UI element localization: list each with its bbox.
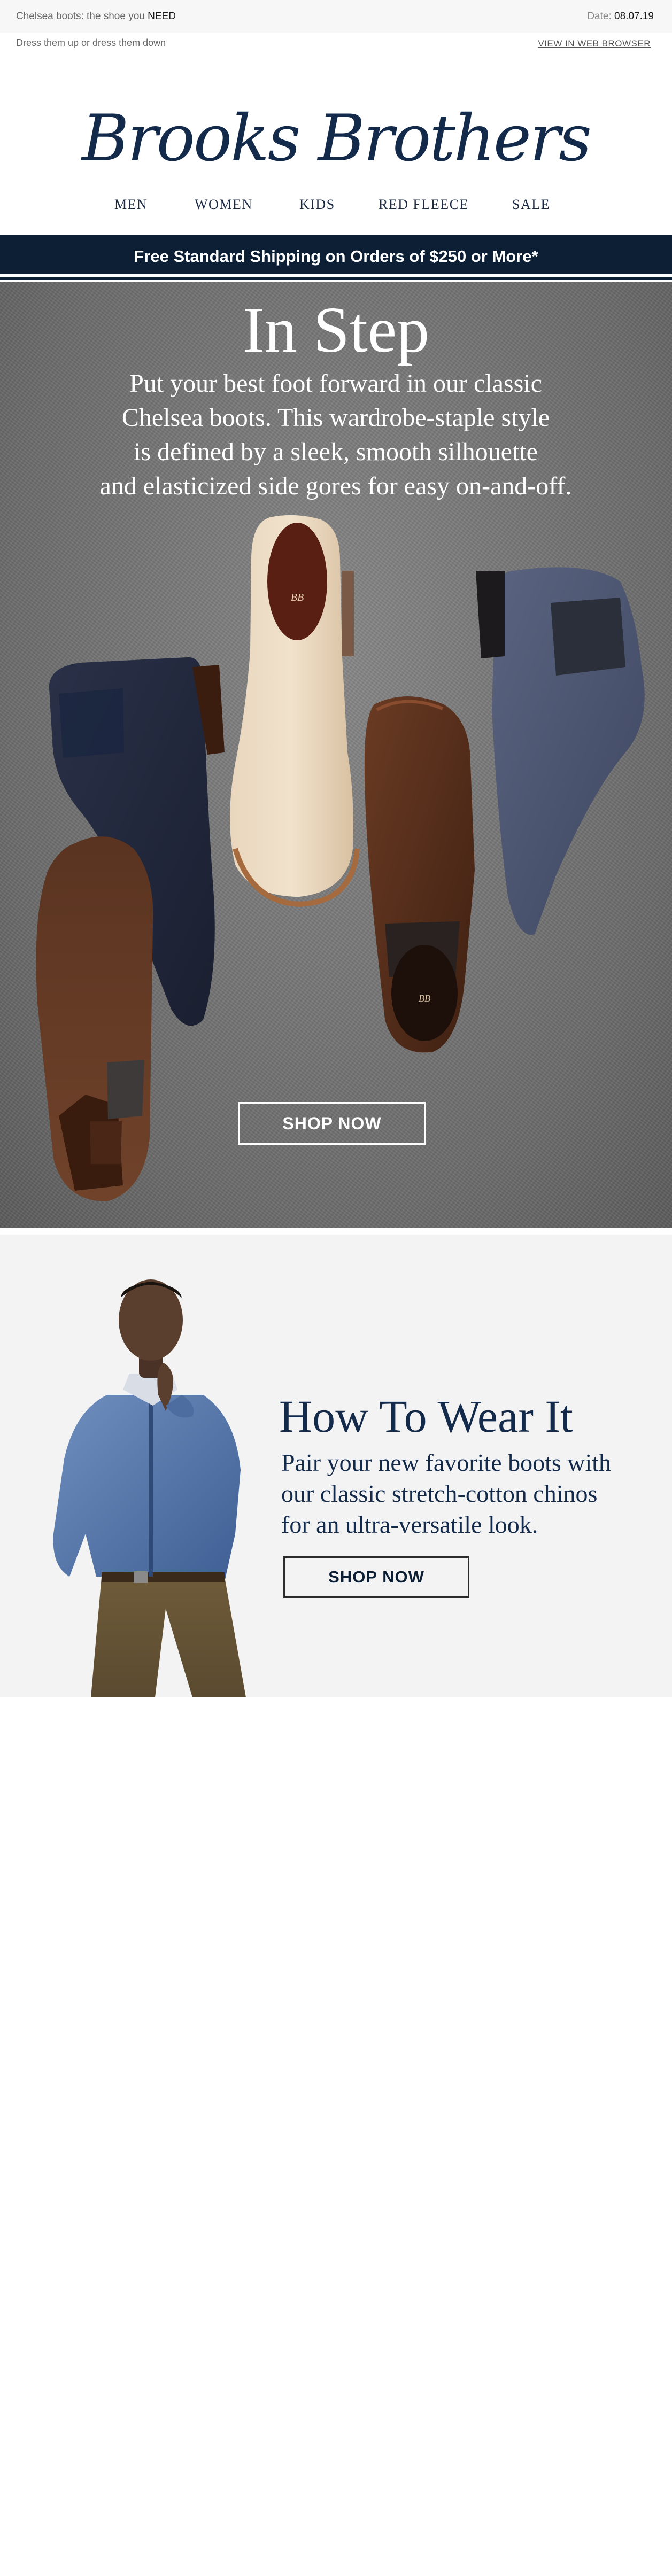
hero-body-line: Put your best foot forward in our classi… [129,369,542,398]
how-to-wear-body-line: our classic stretch-cotton chinos [281,1480,598,1507]
hero-section[interactable]: BB BB In Step Put your best foot forward… [0,282,672,1228]
main-nav: MEN WOMEN KIDS RED FLEECE SALE [0,197,672,218]
subject-text: Chelsea boots: the shoe you [16,11,145,22]
email-top-bar: Chelsea boots: the shoe you NEED Date: 0… [0,0,672,33]
how-to-wear-title: How To Wear It [279,1391,573,1442]
hero-body-line: is defined by a sleek, smooth silhouette [134,438,538,466]
email-subject: Chelsea boots: the shoe you NEED [16,11,176,22]
nav-item-women[interactable]: WOMEN [195,197,253,213]
brand-logo[interactable]: Brooks Brothers [0,102,672,176]
svg-text:BB: BB [291,592,304,603]
hero-title: In Step [242,294,430,366]
tan-suede-boot: BB [230,515,360,907]
slate-suede-boot [476,567,645,935]
hero-body: Put your best foot forward in our classi… [68,367,603,503]
how-to-wear-section[interactable]: How To Wear It Pair your new favorite bo… [0,1235,672,1697]
model-image [53,1279,246,1697]
preheader-tagline: Dress them up or dress them down [16,37,166,48]
brown-suede-boot [36,836,153,1201]
nav-item-men[interactable]: MEN [114,197,148,213]
subject-emphasis: NEED [148,11,176,22]
how-to-wear-body-line: Pair your new favorite boots with [281,1449,612,1476]
nav-item-red-fleece[interactable]: RED FLEECE [379,197,469,213]
date-label: Date: [587,11,612,22]
hero-body-line: Chelsea boots. This wardrobe-staple styl… [121,404,550,432]
hero-body-line: and elasticized side gores for easy on-a… [99,472,572,500]
view-in-browser-link[interactable]: VIEW IN WEB BROWSER [538,38,651,49]
logo-text: Brooks Brothers [82,102,592,176]
email-date: Date: 08.07.19 [587,11,654,22]
svg-text:BB: BB [419,993,430,1004]
nav-item-sale[interactable]: SALE [512,197,550,213]
hero-shop-now-button[interactable]: SHOP NOW [238,1102,426,1145]
how-to-wear-body: Pair your new favorite boots with our cl… [281,1447,655,1540]
date-value: 08.07.19 [614,11,654,22]
shipping-banner-text: Free Standard Shipping on Orders of $250… [134,247,538,266]
how-to-wear-shop-now-button[interactable]: SHOP NOW [283,1556,469,1598]
preheader: Dress them up or dress them down VIEW IN… [0,33,672,55]
shipping-banner[interactable]: Free Standard Shipping on Orders of $250… [0,235,672,277]
brown-leather-boot: BB [364,696,475,1053]
nav-item-kids[interactable]: KIDS [299,197,335,213]
how-to-wear-body-line: for an ultra-versatile look. [281,1511,538,1538]
